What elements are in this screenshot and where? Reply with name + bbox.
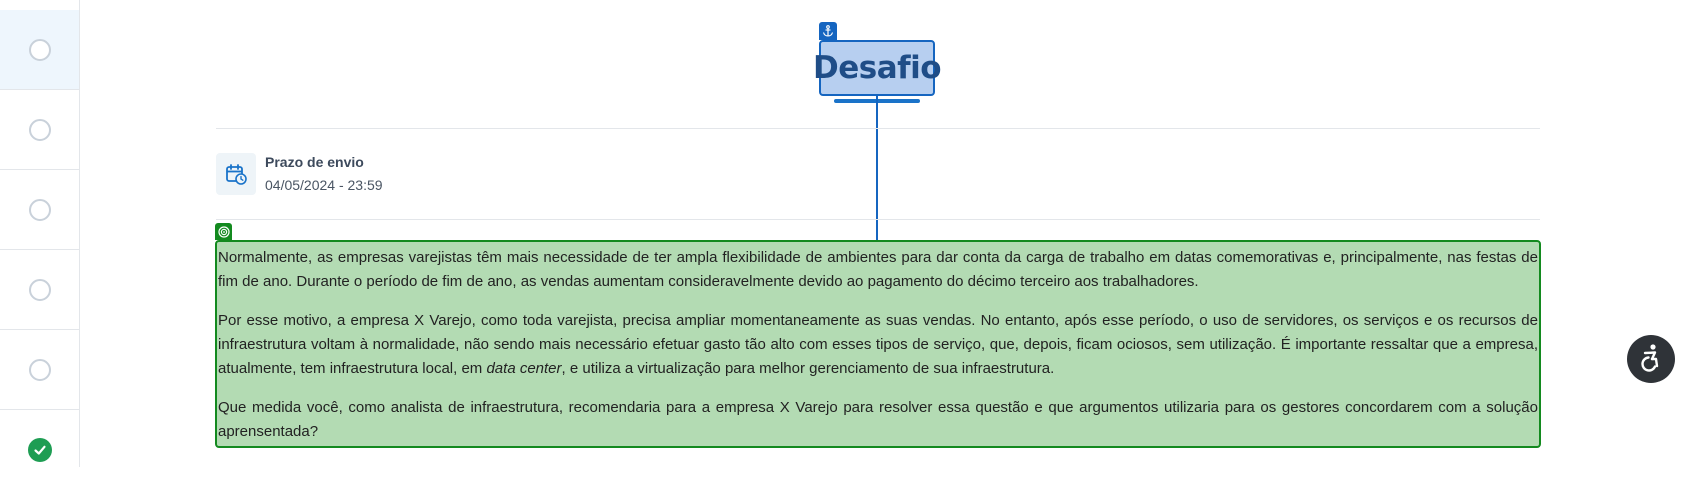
step-circle-icon [28, 278, 51, 301]
step-item-1[interactable] [0, 10, 79, 90]
deadline-value: 04/05/2024 - 23:59 [265, 177, 383, 193]
step-item-4[interactable] [0, 250, 79, 330]
deadline-label: Prazo de envio [265, 154, 364, 170]
paragraph-2: Por esse motivo, a empresa X Varejo, com… [218, 309, 1538, 381]
step-item-6[interactable] [0, 410, 79, 490]
step-circle-icon [28, 358, 51, 381]
step-item-3[interactable] [0, 170, 79, 250]
step-item-2[interactable] [0, 90, 79, 170]
step-circle-icon [28, 38, 51, 61]
divider [216, 128, 1540, 129]
target-icon [215, 223, 232, 240]
page-title: Desafio [813, 40, 942, 96]
accessibility-icon [1636, 342, 1666, 377]
divider [216, 219, 1540, 220]
challenge-description: Normalmente, as empresas varejistas têm … [215, 240, 1541, 448]
paragraph-1: Normalmente, as empresas varejistas têm … [218, 249, 1538, 290]
step-item-5[interactable] [0, 330, 79, 410]
paragraph-3: Que medida você, como analista de infrae… [218, 399, 1538, 440]
paragraph-2-text-b: , e utiliza a virtualização para melhor … [561, 360, 1055, 377]
check-circle-icon [27, 438, 52, 462]
step-circle-icon [28, 118, 51, 141]
accessibility-button[interactable] [1627, 335, 1675, 383]
anchor-icon [819, 22, 837, 40]
step-circle-icon [28, 198, 51, 221]
step-rail [0, 0, 80, 467]
emphasis-data-center: data center [486, 360, 562, 377]
calendar-clock-icon [216, 153, 256, 195]
